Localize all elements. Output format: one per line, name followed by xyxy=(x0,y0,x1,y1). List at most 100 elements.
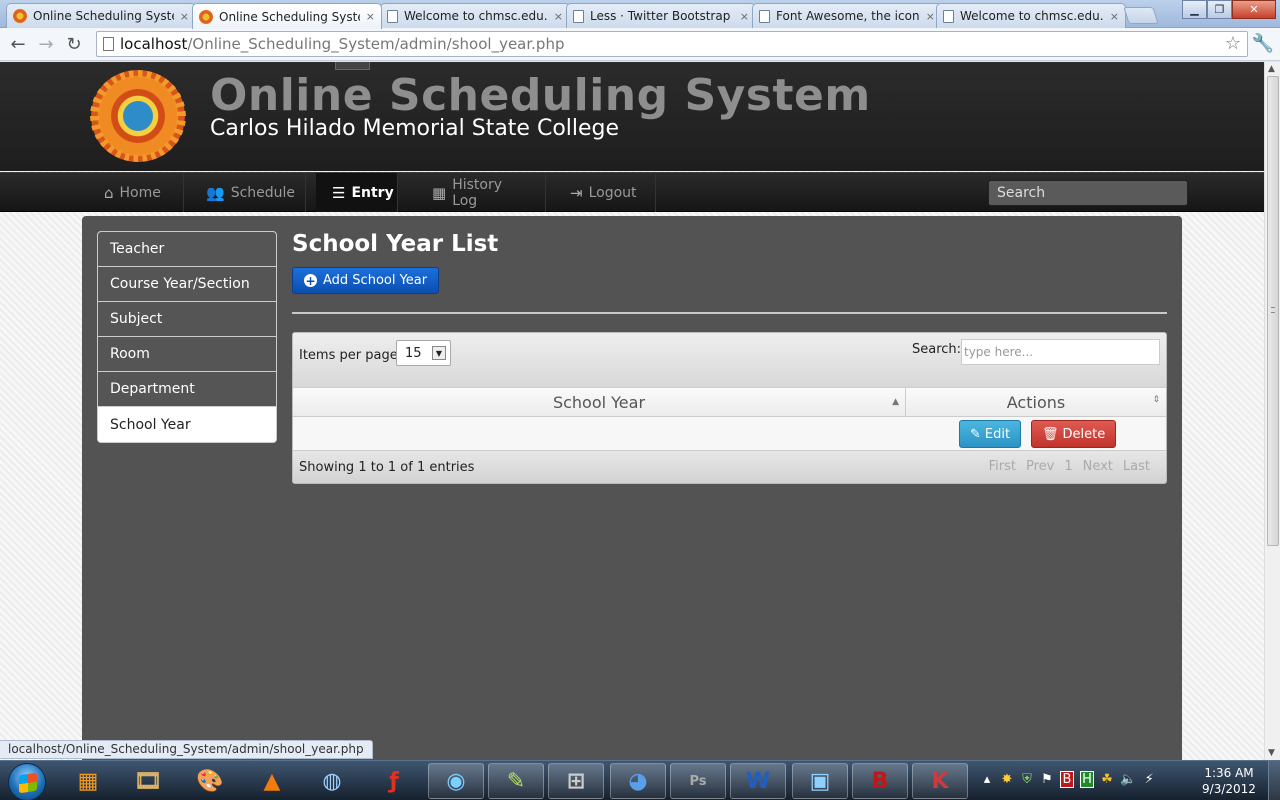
show-desktop-button[interactable] xyxy=(1268,761,1280,800)
tab-close-icon[interactable]: × xyxy=(554,10,563,23)
pager-next[interactable]: Next xyxy=(1083,459,1113,474)
tray-sparkle-icon[interactable]: ✸ xyxy=(1000,772,1014,787)
vlc-app-icon[interactable]: ▲ xyxy=(244,763,300,799)
column-label: Actions xyxy=(1006,392,1066,412)
pager-prev[interactable]: Prev xyxy=(1026,459,1054,474)
forward-arrow-icon[interactable]: → xyxy=(34,32,58,56)
sidebar-item-teacher[interactable]: Teacher xyxy=(98,232,276,267)
url-host: localhost xyxy=(120,35,188,53)
window-controls: ▁ ❐ ✕ xyxy=(1182,0,1276,19)
bookmark-star-icon[interactable]: ☆ xyxy=(1225,33,1241,54)
column-header-school-year[interactable]: School Year ▲ xyxy=(293,388,906,416)
start-button[interactable] xyxy=(8,763,46,800)
volume-icon[interactable]: 🔈 xyxy=(1120,772,1136,787)
sidebar-item-department[interactable]: Department xyxy=(98,372,276,407)
nav-item-home[interactable]: ⌂ Home xyxy=(86,173,184,212)
close-window-button[interactable]: ✕ xyxy=(1232,0,1276,19)
back-arrow-icon[interactable]: ← xyxy=(6,32,30,56)
sort-asc-icon: ▲ xyxy=(892,397,899,407)
photoshop-app-icon[interactable]: Ps xyxy=(670,763,726,799)
column-label: School Year xyxy=(552,392,646,412)
browser-tab[interactable]: Welcome to chmsc.edu.p × xyxy=(380,3,570,28)
pager-page[interactable]: 1 xyxy=(1064,459,1072,474)
tab-close-icon[interactable]: × xyxy=(180,10,189,23)
sidebar-item-room[interactable]: Room xyxy=(98,337,276,372)
power-icon[interactable]: ⚡ xyxy=(1142,772,1156,787)
tray-shield-icon[interactable]: ⛨ xyxy=(1020,772,1034,787)
tab-close-icon[interactable]: × xyxy=(1110,10,1119,23)
tab-close-icon[interactable]: × xyxy=(366,10,375,23)
wrench-menu-icon[interactable]: 🔧 xyxy=(1252,33,1274,54)
edit-button[interactable]: ✎ Edit xyxy=(959,420,1022,448)
nav-search-input[interactable]: Search xyxy=(988,180,1188,206)
word-app-icon[interactable]: W xyxy=(730,763,786,799)
taskbar-clock[interactable]: 1:36 AM 9/3/2012 xyxy=(1196,765,1262,797)
nav-item-entry[interactable]: ☰ Entry xyxy=(316,173,398,212)
delete-button[interactable]: 🗑 Delete xyxy=(1031,420,1117,448)
flash-app-icon[interactable]: ƒ xyxy=(366,763,422,799)
group-icon: 👥 xyxy=(206,183,225,202)
new-tab-button[interactable] xyxy=(1123,7,1159,24)
browser-toolbar: ← → ↻ localhost/Online_Scheduling_System… xyxy=(0,28,1280,61)
minimize-button[interactable]: ▁ xyxy=(1182,0,1207,19)
k-app-icon[interactable]: K xyxy=(912,763,968,799)
page-icon xyxy=(387,9,398,23)
b-app-icon[interactable]: B xyxy=(852,763,908,799)
column-header-actions[interactable]: Actions ⇕ xyxy=(906,388,1166,416)
network-app-icon[interactable]: ▣ xyxy=(792,763,848,799)
browser-tab[interactable]: Welcome to chmsc.edu.p × xyxy=(936,3,1126,28)
tab-close-icon[interactable]: × xyxy=(740,10,749,23)
windows-app-icon[interactable]: ⊞ xyxy=(548,763,604,799)
add-school-year-button[interactable]: + Add School Year xyxy=(292,267,440,294)
sidebar-item-course-year-section[interactable]: Course Year/Section xyxy=(98,267,276,302)
tab-title: Welcome to chmsc.edu.p xyxy=(404,9,548,23)
tray-b-icon[interactable]: B xyxy=(1060,771,1074,788)
calculator-app-icon[interactable]: ▦ xyxy=(60,763,116,799)
tray-h-icon[interactable]: H xyxy=(1080,771,1094,788)
browser-tab-strip: Online Scheduling Syster × Online Schedu… xyxy=(0,0,1280,29)
firefox-app-icon[interactable]: ◕ xyxy=(610,763,666,799)
site-subtitle: Carlos Hilado Memorial State College xyxy=(210,116,620,141)
grid-footer: Showing 1 to 1 of 1 entries First Prev 1… xyxy=(293,451,1166,483)
items-per-page-label: Items per page: xyxy=(299,348,403,363)
divider xyxy=(292,312,1167,314)
notepad-app-icon[interactable]: ✎ xyxy=(488,763,544,799)
nav-item-logout[interactable]: ⇥ Logout xyxy=(546,173,656,212)
nav-item-history-log[interactable]: ▦ History Log xyxy=(408,173,546,212)
tray-flag-icon[interactable]: ⚑ xyxy=(1040,772,1054,787)
sidebar-item-school-year[interactable]: School Year xyxy=(98,407,276,442)
chrome-app-icon[interactable]: ◉ xyxy=(428,763,484,799)
items-per-page-value: 15 xyxy=(405,345,422,361)
page-icon xyxy=(103,37,114,51)
browser-tab[interactable]: Online Scheduling Syster × xyxy=(6,3,196,28)
list-icon: ☰ xyxy=(332,183,346,202)
address-url: localhost/Online_Scheduling_System/admin… xyxy=(120,35,564,53)
scroll-thumb[interactable] xyxy=(1267,76,1279,546)
browser-tab[interactable]: Font Awesome, the iconic × xyxy=(752,3,942,28)
browser-tab-active[interactable]: Online Scheduling Syster × xyxy=(192,3,382,29)
maximize-button[interactable]: ❐ xyxy=(1207,0,1232,19)
scroll-down-icon[interactable]: ▼ xyxy=(1268,748,1275,758)
tray-expand-icon[interactable]: ▴ xyxy=(980,772,994,787)
browser-tab[interactable]: Less · Twitter Bootstrap × xyxy=(566,3,756,28)
address-bar[interactable]: localhost/Online_Scheduling_System/admin… xyxy=(96,31,1248,57)
paint-app-icon[interactable]: 🎨 xyxy=(182,763,238,799)
reload-icon[interactable]: ↻ xyxy=(62,32,86,56)
grid-search-input[interactable]: type here... xyxy=(961,339,1160,365)
media-app-icon[interactable]: 🎞 xyxy=(120,763,176,799)
scroll-up-icon[interactable]: ▲ xyxy=(1268,64,1275,74)
tray-users-icon[interactable]: ☘ xyxy=(1100,772,1114,787)
nav-item-schedule[interactable]: 👥 Schedule xyxy=(184,173,306,212)
pager-first[interactable]: First xyxy=(989,459,1016,474)
sidebar-item-subject[interactable]: Subject xyxy=(98,302,276,337)
tab-title: Online Scheduling Syster xyxy=(33,9,174,23)
grid-search-label: Search: xyxy=(912,342,962,357)
explorer-app-icon[interactable]: ◍ xyxy=(304,763,360,799)
nav-label: History Log xyxy=(452,176,502,209)
items-per-page-select[interactable]: 15 ▼ xyxy=(396,340,451,366)
site-header: Online Scheduling System Carlos Hilado M… xyxy=(0,62,1264,171)
tab-close-icon[interactable]: × xyxy=(926,10,935,23)
edit-label: Edit xyxy=(984,426,1011,442)
pager-last[interactable]: Last xyxy=(1123,459,1150,474)
page-scrollbar[interactable]: ▲ ▼ xyxy=(1264,62,1280,760)
